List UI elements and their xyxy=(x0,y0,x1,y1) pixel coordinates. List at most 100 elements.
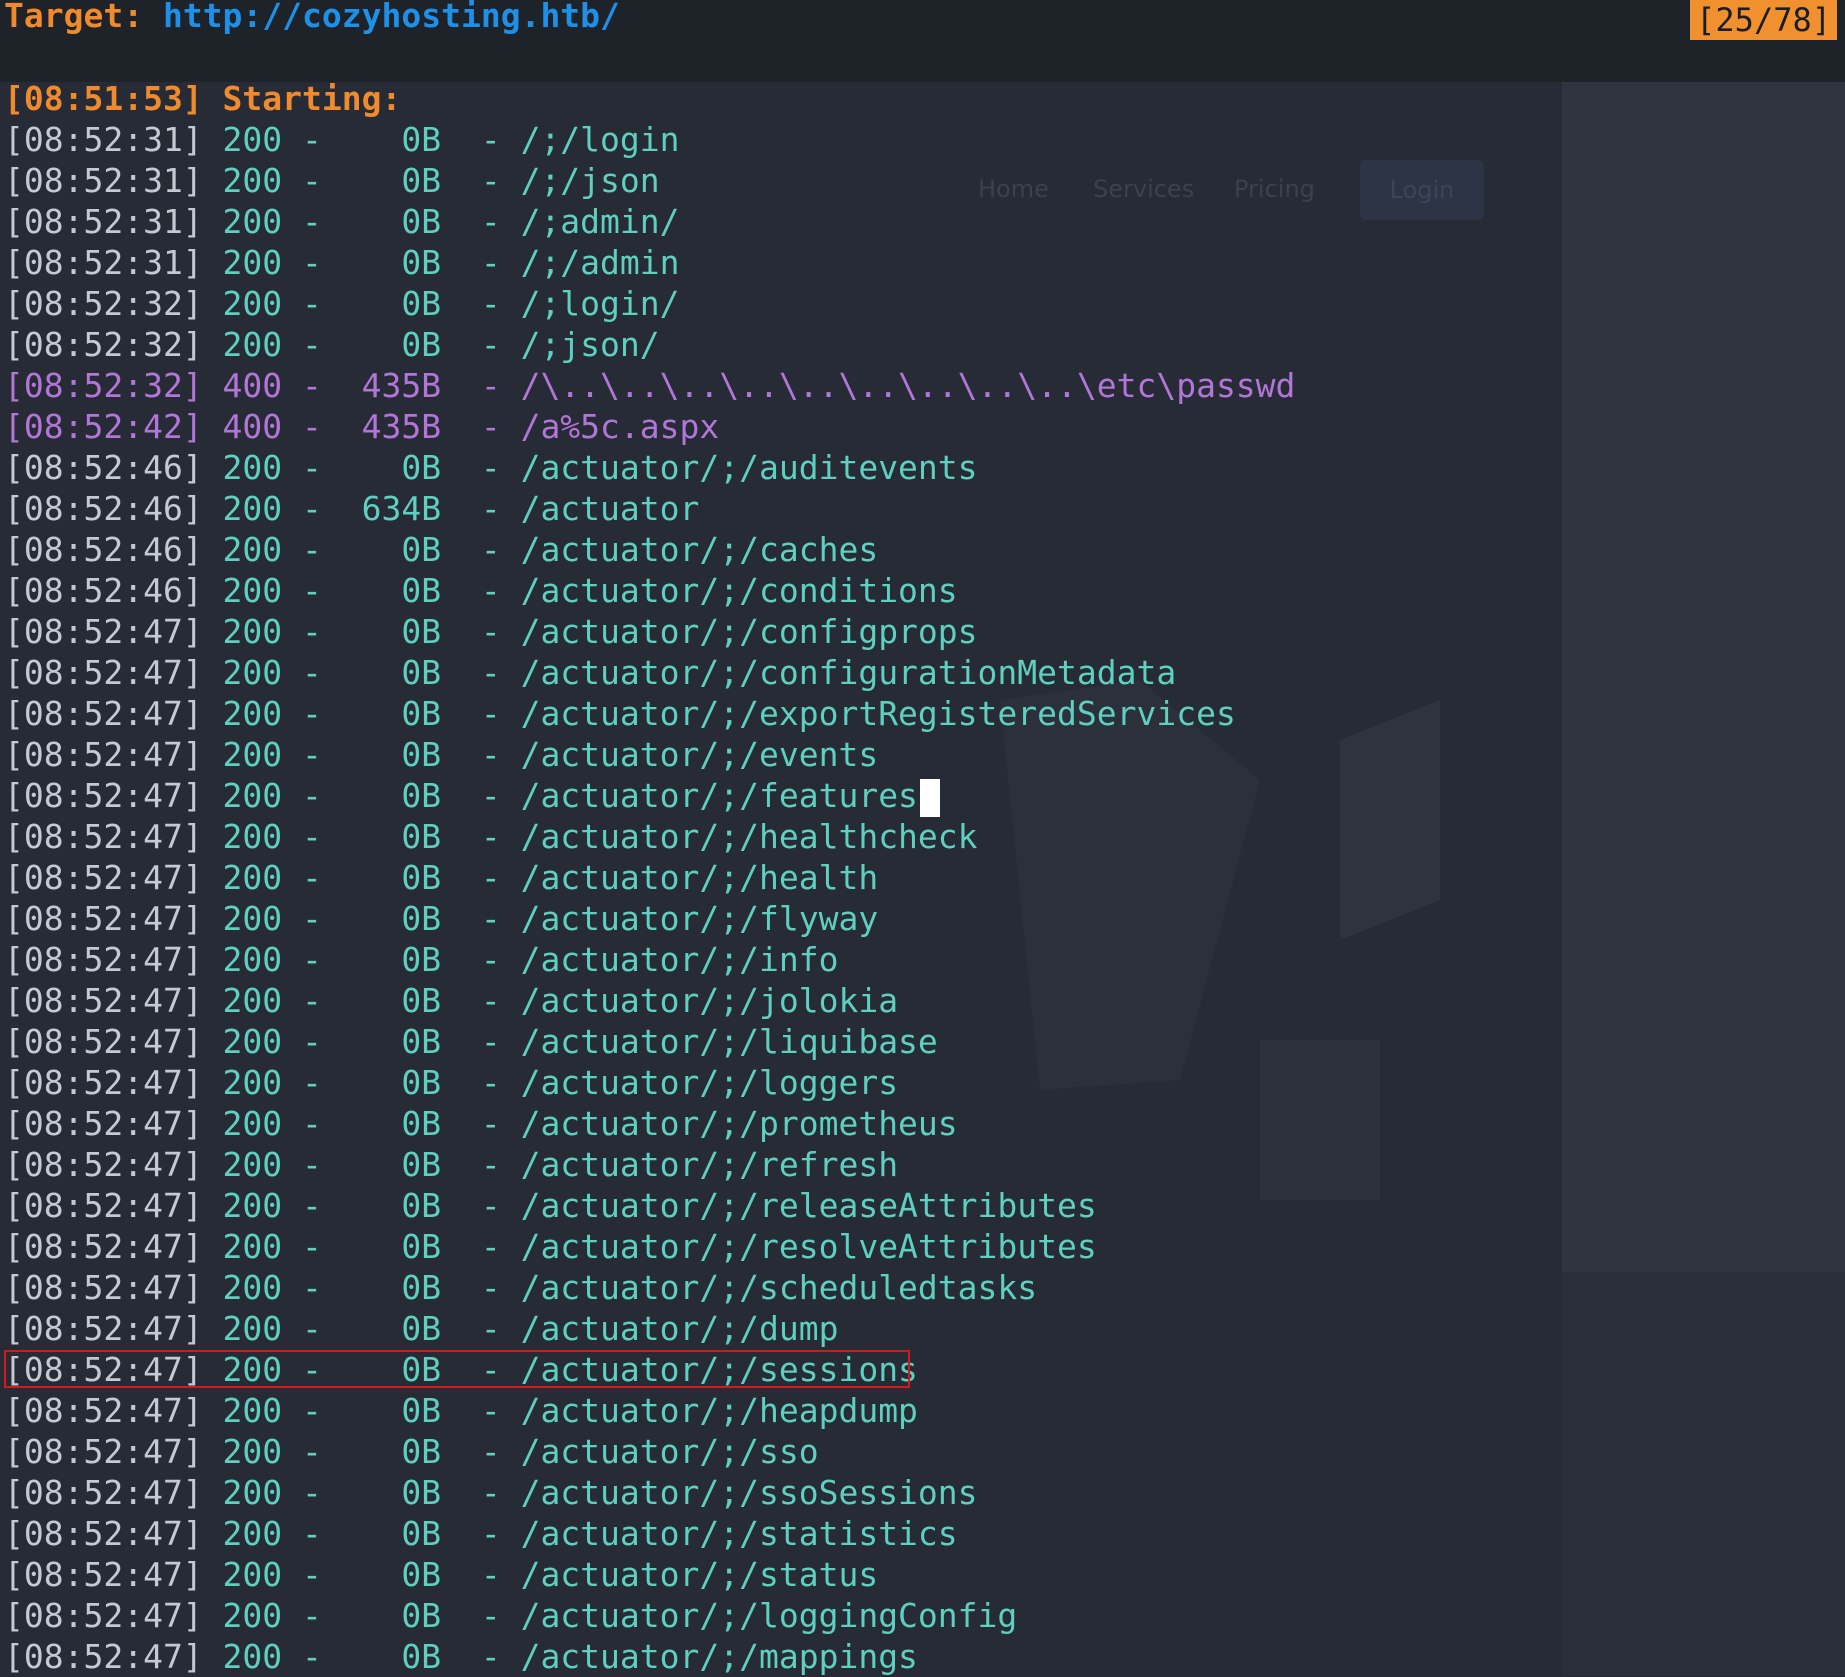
log-text: 200 - 0B - /actuator/;/loggers xyxy=(202,1063,899,1102)
log-entry: [08:52:47] 200 - 0B - /actuator/;/joloki… xyxy=(4,980,1295,1021)
log-text: 400 - 435B - /\..\..\..\..\..\..\..\..\.… xyxy=(202,366,1296,405)
log-text: 200 - 0B - /;login/ xyxy=(202,284,680,323)
log-entry: [08:52:46] 200 - 634B - /actuator xyxy=(4,488,1295,529)
log-entry: [08:52:47] 200 - 0B - /actuator/;/refres… xyxy=(4,1144,1295,1185)
log-timestamp: [08:52:47] xyxy=(4,612,203,651)
log-entry: [08:52:32] 200 - 0B - /;login/ xyxy=(4,283,1295,324)
log-timestamp: [08:52:47] xyxy=(4,1514,203,1553)
log-entry: [08:52:47] 200 - 0B - /actuator/;/logger… xyxy=(4,1062,1295,1103)
log-timestamp: [08:52:46] xyxy=(4,489,203,528)
log-text: 200 - 0B - /actuator/;/caches xyxy=(202,530,879,569)
log-entry: [08:52:47] 200 - 0B - /actuator/;/loggin… xyxy=(4,1595,1295,1636)
log-timestamp: [08:52:47] xyxy=(4,1063,203,1102)
log-timestamp: [08:52:47] xyxy=(4,1637,203,1676)
log-timestamp: [08:52:47] xyxy=(4,1473,203,1512)
log-start-line: [08:51:53] Starting: xyxy=(4,78,1295,119)
log-timestamp: [08:52:46] xyxy=(4,571,203,610)
log-timestamp: [08:52:47] xyxy=(4,1391,203,1430)
log-timestamp: [08:52:47] xyxy=(4,1268,203,1307)
log-timestamp: [08:52:47] xyxy=(4,735,203,774)
target-label: Target: xyxy=(4,0,144,35)
log-text: 200 - 0B - /actuator/;/conditions xyxy=(202,571,958,610)
log-text: 200 - 0B - /actuator/;/healthcheck xyxy=(202,817,978,856)
log-timestamp: [08:52:47] xyxy=(4,1596,203,1635)
log-entry: [08:52:47] 200 - 0B - /actuator/;/schedu… xyxy=(4,1267,1295,1308)
log-entry: [08:52:31] 200 - 0B - /;/admin xyxy=(4,242,1295,283)
log-text: 200 - 0B - /actuator/;/resolveAttributes xyxy=(202,1227,1097,1266)
log-text: 200 - 0B - /actuator/;/auditevents xyxy=(202,448,978,487)
log-text: 200 - 0B - /actuator/;/info xyxy=(202,940,839,979)
log-entry: [08:52:47] 200 - 0B - /actuator/;/liquib… xyxy=(4,1021,1295,1062)
log-entry: [08:52:46] 200 - 0B - /actuator/;/audite… xyxy=(4,447,1295,488)
log-text: Starting: xyxy=(202,79,402,118)
log-text: 200 - 0B - /;/admin xyxy=(202,243,680,282)
terminal: Target: http://cozyhosting.htb/ [25/78] … xyxy=(0,0,1845,1677)
log-timestamp: [08:52:47] xyxy=(4,1555,203,1594)
text-cursor xyxy=(919,778,940,817)
log-entry: [08:52:47] 200 - 0B - /actuator/;/flyway xyxy=(4,898,1295,939)
log-text: 200 - 0B - /actuator/;/mappings xyxy=(202,1637,918,1676)
log-entry: [08:52:47] 200 - 0B - /actuator/;/dump xyxy=(4,1308,1295,1349)
log-entry: [08:52:47] 200 - 0B - /actuator/;/promet… xyxy=(4,1103,1295,1144)
log-entry: [08:52:42] 400 - 435B - /a%5c.aspx xyxy=(4,406,1295,447)
progress-counter: [25/78] xyxy=(1690,0,1837,40)
scan-log: [08:51:53] Starting: [08:52:31] 200 - 0B … xyxy=(4,78,1295,1677)
log-timestamp: [08:52:47] xyxy=(4,899,203,938)
log-text: 200 - 0B - /actuator/;/ssoSessions xyxy=(202,1473,978,1512)
log-text: 400 - 435B - /a%5c.aspx xyxy=(202,407,720,446)
log-timestamp: [08:52:31] xyxy=(4,161,203,200)
log-entry: [08:52:47] 200 - 0B - /actuator/;/health… xyxy=(4,816,1295,857)
log-text: 200 - 0B - /actuator/;/heapdump xyxy=(202,1391,918,1430)
log-text: 200 - 0B - /actuator/;/events xyxy=(202,735,879,774)
log-timestamp: [08:52:42] xyxy=(4,407,203,446)
log-text: 200 - 0B - /;json/ xyxy=(202,325,660,364)
log-entry: [08:52:47] 200 - 0B - /actuator/;/info xyxy=(4,939,1295,980)
log-entry: [08:52:47] 200 - 0B - /actuator/;/statis… xyxy=(4,1513,1295,1554)
log-entry: [08:52:32] 400 - 435B - /\..\..\..\..\..… xyxy=(4,365,1295,406)
log-entry: [08:52:47] 200 - 0B - /actuator/;/mappin… xyxy=(4,1636,1295,1677)
log-timestamp: [08:51:53] xyxy=(4,79,203,118)
log-timestamp: [08:52:46] xyxy=(4,530,203,569)
log-text: 200 - 0B - /actuator/;/loggingConfig xyxy=(202,1596,1018,1635)
log-timestamp: [08:52:31] xyxy=(4,243,203,282)
log-entry: [08:52:47] 200 - 0B - /actuator/;/events xyxy=(4,734,1295,775)
log-timestamp: [08:52:47] xyxy=(4,1432,203,1471)
target-url: http://cozyhosting.htb/ xyxy=(162,0,620,35)
log-entry: [08:52:47] 200 - 0B - /actuator/;/health xyxy=(4,857,1295,898)
log-text: 200 - 0B - /actuator/;/prometheus xyxy=(202,1104,958,1143)
log-entry: [08:52:47] 200 - 0B - /actuator/;/resolv… xyxy=(4,1226,1295,1267)
log-text: 200 - 0B - /;/login xyxy=(202,120,680,159)
log-text: 200 - 0B - /actuator/;/status xyxy=(202,1555,879,1594)
log-entry: [08:52:47] 200 - 0B - /actuator/;/sso xyxy=(4,1431,1295,1472)
log-timestamp: [08:52:47] xyxy=(4,858,203,897)
log-timestamp: [08:52:47] xyxy=(4,1309,203,1348)
log-entry: [08:52:47] 200 - 0B - /actuator/;/config… xyxy=(4,611,1295,652)
log-timestamp: [08:52:47] xyxy=(4,694,203,733)
log-entry: [08:52:47] 200 - 0B - /actuator/;/heapdu… xyxy=(4,1390,1295,1431)
log-entry: [08:52:31] 200 - 0B - /;admin/ xyxy=(4,201,1295,242)
log-text: 200 - 0B - /actuator/;/configprops xyxy=(202,612,978,651)
log-text: 200 - 0B - /actuator/;/sso xyxy=(202,1432,819,1471)
log-text: 200 - 0B - /actuator/;/dump xyxy=(202,1309,839,1348)
log-entry: [08:52:32] 200 - 0B - /;json/ xyxy=(4,324,1295,365)
log-timestamp: [08:52:47] xyxy=(4,1145,203,1184)
log-timestamp: [08:52:47] xyxy=(4,1227,203,1266)
log-entry: [08:52:46] 200 - 0B - /actuator/;/condit… xyxy=(4,570,1295,611)
log-text: 200 - 0B - /actuator/;/jolokia xyxy=(202,981,899,1020)
log-text: 200 - 0B - /actuator/;/statistics xyxy=(202,1514,958,1553)
highlight-sessions-row xyxy=(4,1350,910,1388)
log-entry: [08:52:47] 200 - 0B - /actuator/;/ssoSes… xyxy=(4,1472,1295,1513)
log-text: 200 - 0B - /actuator/;/scheduledtasks xyxy=(202,1268,1038,1307)
log-timestamp: [08:52:47] xyxy=(4,653,203,692)
log-text: 200 - 634B - /actuator xyxy=(202,489,700,528)
log-entry: [08:52:47] 200 - 0B - /actuator/;/featur… xyxy=(4,775,1295,817)
log-entry: [08:52:31] 200 - 0B - /;/json xyxy=(4,160,1295,201)
log-timestamp: [08:52:47] xyxy=(4,817,203,856)
log-entry: [08:52:47] 200 - 0B - /actuator/;/releas… xyxy=(4,1185,1295,1226)
log-timestamp: [08:52:47] xyxy=(4,940,203,979)
log-text: 200 - 0B - /actuator/;/liquibase xyxy=(202,1022,938,1061)
target-line: Target: http://cozyhosting.htb/ xyxy=(4,0,620,40)
log-timestamp: [08:52:46] xyxy=(4,448,203,487)
log-text: 200 - 0B - /;/json xyxy=(202,161,660,200)
log-entry: [08:52:31] 200 - 0B - /;/login xyxy=(4,119,1295,160)
